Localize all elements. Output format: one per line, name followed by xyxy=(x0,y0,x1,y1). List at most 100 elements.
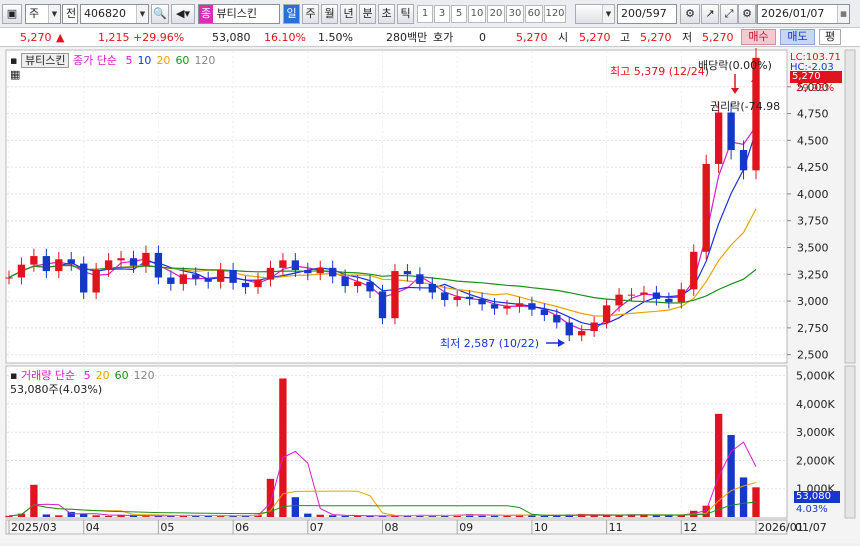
up-arrow-icon: ▲ xyxy=(56,31,65,44)
code-input[interactable]: 406820 ▼ xyxy=(80,4,149,24)
market-select[interactable]: 전 xyxy=(62,4,78,24)
price-tick-label: 3,000 xyxy=(797,295,829,308)
interval-button-30[interactable]: 30 xyxy=(506,5,524,23)
candle-body xyxy=(129,258,138,266)
hoga-price: 5,270 xyxy=(516,31,548,44)
trend-icon[interactable]: ↗ xyxy=(701,4,719,24)
price-scrollbar[interactable] xyxy=(844,49,856,364)
turnover-rate: 16.10% xyxy=(264,31,306,44)
high-label: 고 xyxy=(620,31,631,44)
candle-body xyxy=(528,303,536,310)
x-axis-label: 04 xyxy=(86,521,100,534)
tab-period-1[interactable]: 주 xyxy=(302,4,319,24)
tools-icon[interactable]: ⚙ xyxy=(680,4,700,24)
candle-body xyxy=(391,271,399,319)
interval-dropdown[interactable]: ▼ xyxy=(575,4,615,24)
chart-canvas[interactable]: 5,0004,7504,5004,2504,0003,7503,5003,250… xyxy=(0,46,860,543)
volume-bar xyxy=(291,497,300,517)
rights-annotation: 권리락(-74.98 xyxy=(710,100,781,113)
volume-bar xyxy=(104,515,113,517)
candle-body xyxy=(55,259,63,272)
window-icon[interactable]: ▣ xyxy=(2,4,22,24)
low-label: 저 xyxy=(682,31,693,44)
tab-period-4[interactable]: 분 xyxy=(359,4,376,24)
candle-body xyxy=(540,309,549,315)
volume-value: 53,080 xyxy=(212,31,251,44)
interval-button-5[interactable]: 5 xyxy=(451,5,467,23)
x-axis-label: 06 xyxy=(235,521,249,534)
candle-body xyxy=(104,260,113,270)
stock-name-tag[interactable]: 뷰티스킨 xyxy=(20,53,70,68)
volume-tick-label: 4,000K xyxy=(796,398,835,411)
x-axis-label: 08 xyxy=(385,521,399,534)
settings-gear-icon[interactable]: ⚙ xyxy=(738,4,756,24)
chevron-down-icon: ▼ xyxy=(136,5,148,23)
volume-scrollbar[interactable] xyxy=(844,365,856,519)
volume-bar xyxy=(67,511,75,517)
candle-body xyxy=(92,270,100,293)
volume-bar xyxy=(739,477,748,517)
candle-body xyxy=(378,291,387,319)
interval-button-10[interactable]: 10 xyxy=(468,5,486,23)
ma-legend-5: 5 xyxy=(125,54,133,67)
price-tick-label: 4,000 xyxy=(797,188,829,201)
candle-body xyxy=(677,289,685,303)
eval-button[interactable]: 평 xyxy=(819,29,841,45)
panel-menu-icon[interactable]: ▪ xyxy=(10,54,17,67)
candle-body xyxy=(403,271,412,275)
total-value: /597 xyxy=(642,7,667,20)
current-pct-tag: 29.93% xyxy=(796,83,835,94)
speaker-icon[interactable]: ◀▾ xyxy=(171,4,195,24)
price-tick-label: 3,750 xyxy=(797,215,829,228)
volume-panel xyxy=(5,365,788,519)
stock-name-field[interactable]: 종 뷰티스킨 xyxy=(198,4,280,24)
tab-period-6[interactable]: 틱 xyxy=(397,4,414,24)
candle-body xyxy=(341,276,349,287)
volume-tick-label: 3,000K xyxy=(796,426,835,439)
interval-button-20[interactable]: 20 xyxy=(487,5,505,23)
price-panel-header: ▪ 뷰티스킨 종가 단순 5 10 20 60 120 xyxy=(10,52,215,68)
ma-legend-120: 120 xyxy=(194,54,216,67)
zoom-icon[interactable]: ⤢ xyxy=(720,4,738,24)
grid-icon[interactable]: ▦ xyxy=(10,68,20,81)
candle-body xyxy=(142,252,150,266)
volume-tick-label: 5,000K xyxy=(796,370,835,383)
price-tick-label: 2,750 xyxy=(797,322,829,335)
candle-body xyxy=(714,112,723,164)
ma-title: 종가 단순 xyxy=(72,54,117,67)
date-field[interactable]: 2026/01/07 ▦ xyxy=(757,4,850,24)
current-volume: 53,080주(4.03%) xyxy=(10,383,103,396)
price-change: 1,215 xyxy=(98,31,130,44)
volume-ma-legend-120: 120 xyxy=(133,369,155,382)
buy-button[interactable]: 매수 xyxy=(741,29,776,45)
tab-period-0[interactable]: 일 xyxy=(283,4,300,24)
count-field[interactable]: 200/597 xyxy=(617,4,677,24)
candle-body xyxy=(353,281,362,287)
candle-body xyxy=(441,292,449,300)
type-select[interactable]: 주 ▼ xyxy=(25,4,61,24)
ma-legend-60: 60 xyxy=(175,54,190,67)
interval-button-60[interactable]: 60 xyxy=(525,5,543,23)
volume-bar xyxy=(316,514,324,517)
current-price-tag: 5,270 xyxy=(790,71,842,83)
interval-button-1[interactable]: 1 xyxy=(417,5,433,23)
candle-body xyxy=(229,270,237,283)
count-value: 200 xyxy=(621,7,642,20)
ma-legend-20: 20 xyxy=(156,54,171,67)
market-select-value: 전 xyxy=(66,7,77,20)
interval-button-120[interactable]: 120 xyxy=(544,5,566,23)
candle-body xyxy=(204,278,212,282)
candle-body xyxy=(739,150,748,171)
tab-period-2[interactable]: 월 xyxy=(321,4,338,24)
price-tick-label: 3,500 xyxy=(797,242,829,255)
tab-period-5[interactable]: 초 xyxy=(378,4,395,24)
sell-button[interactable]: 매도 xyxy=(780,29,815,45)
interval-button-3[interactable]: 3 xyxy=(434,5,450,23)
stock-name-value: 뷰티스킨 xyxy=(216,7,257,20)
volume-bar xyxy=(304,513,312,517)
volume-ma-legend-60: 60 xyxy=(114,369,129,382)
tab-period-3[interactable]: 년 xyxy=(340,4,357,24)
code-value: 406820 xyxy=(84,7,126,20)
stock-name-badge: 종 xyxy=(199,5,213,23)
search-icon[interactable]: 🔍 xyxy=(151,4,169,24)
